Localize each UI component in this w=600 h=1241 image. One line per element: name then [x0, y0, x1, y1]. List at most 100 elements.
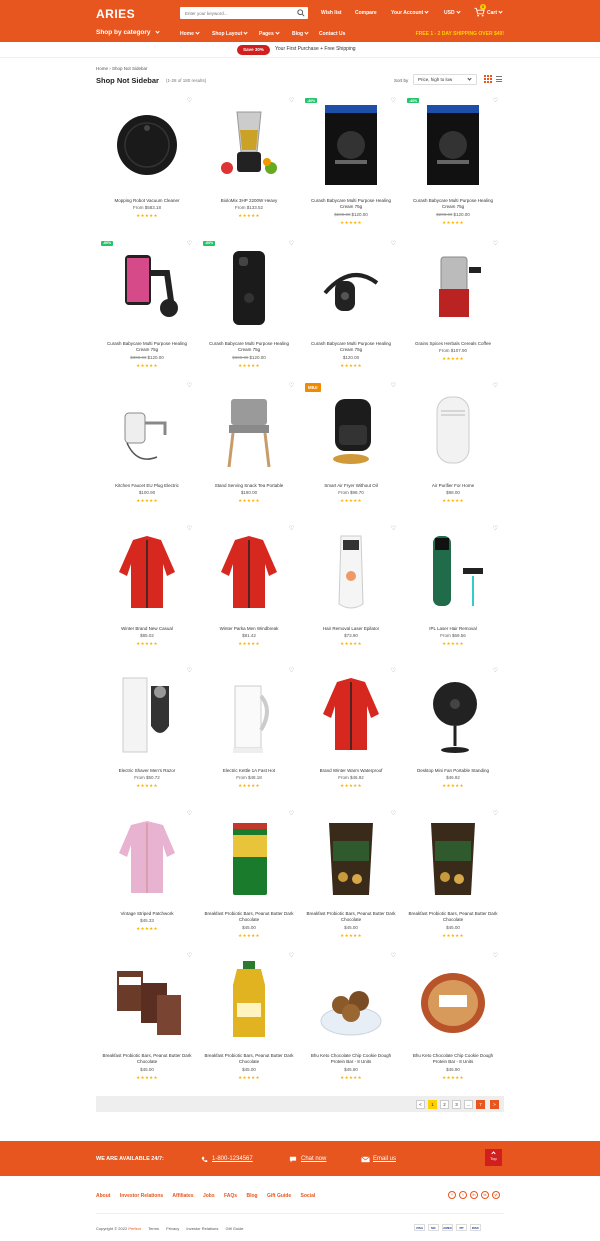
- footer-link-jobs[interactable]: Jobs: [203, 1193, 215, 1199]
- product-image[interactable]: [99, 379, 195, 481]
- product-image[interactable]: [405, 379, 501, 481]
- wishlist-heart-icon[interactable]: ♡: [493, 810, 498, 817]
- product-card[interactable]: ♡ Grains Spices Herbals Cereals Coffee F…: [402, 235, 504, 376]
- product-image[interactable]: [303, 237, 399, 339]
- product-name[interactable]: Electric Kettle 1A Fast Hot: [202, 768, 296, 774]
- product-image[interactable]: [303, 379, 399, 481]
- list-view-icon[interactable]: [496, 76, 502, 82]
- wishlist-heart-icon[interactable]: ♡: [187, 810, 192, 817]
- bottom-link-terms[interactable]: Terms: [148, 1226, 159, 1231]
- product-name[interactable]: Breakfast Probiotic Bars, Peanut Butter …: [202, 911, 296, 923]
- wishlist-heart-icon[interactable]: ♡: [493, 382, 498, 389]
- page-1[interactable]: 1: [428, 1100, 437, 1109]
- wishlist-heart-icon[interactable]: ♡: [187, 952, 192, 959]
- product-image[interactable]: [405, 949, 501, 1051]
- product-image[interactable]: [201, 379, 297, 481]
- currency-select[interactable]: USD: [444, 9, 461, 16]
- product-name[interactable]: Breakfast Probiotic Bars, Peanut Butter …: [202, 1053, 296, 1065]
- footer-link-faqs[interactable]: FAQs: [224, 1193, 237, 1199]
- youtube-icon[interactable]: yt: [492, 1191, 500, 1199]
- wishlist-heart-icon[interactable]: ♡: [289, 810, 294, 817]
- product-name[interactable]: Curash Babycare Multi Purpose Healing Cr…: [304, 198, 398, 210]
- product-name[interactable]: Breakfast Probiotic Bars, Peanut Butter …: [304, 911, 398, 923]
- breadcrumb-home[interactable]: Home: [96, 66, 108, 71]
- sort-select[interactable]: Price, high to low: [413, 74, 477, 85]
- wishlist-heart-icon[interactable]: ♡: [187, 525, 192, 532]
- wishlist-heart-icon[interactable]: ♡: [289, 525, 294, 532]
- product-image[interactable]: [201, 664, 297, 766]
- wishlist-heart-icon[interactable]: ♡: [289, 240, 294, 247]
- product-image[interactable]: [303, 664, 399, 766]
- footer-link-investor[interactable]: Investor Relations: [120, 1193, 163, 1199]
- footer-link-affiliates[interactable]: Affiliates: [172, 1193, 193, 1199]
- product-image[interactable]: [303, 94, 399, 196]
- promo-pill[interactable]: Save 30%: [237, 45, 270, 55]
- product-image[interactable]: [405, 94, 501, 196]
- chat-link[interactable]: Chat now: [301, 1156, 326, 1162]
- product-card[interactable]: -60% ♡ Curash Babycare Multi Purpose Hea…: [96, 235, 198, 376]
- product-name[interactable]: Curash Babycare Multi Purpose Healing Cr…: [304, 341, 398, 353]
- nav-pages[interactable]: Pages: [259, 30, 280, 37]
- footer-link-social[interactable]: Social: [301, 1193, 316, 1199]
- category-menu[interactable]: Shop by category: [96, 29, 160, 36]
- page-7[interactable]: 7: [476, 1100, 485, 1109]
- product-card[interactable]: -40% ♡ Curash Babycare Multi Purpose Hea…: [300, 92, 402, 233]
- wishlist-heart-icon[interactable]: ♡: [391, 382, 396, 389]
- product-image[interactable]: [303, 522, 399, 624]
- product-name[interactable]: Desktop Mini Fan Portable Standing: [406, 768, 500, 774]
- product-card[interactable]: ♡ Bhu Keto Chocolate Chip Cookie Dough P…: [300, 947, 402, 1088]
- product-image[interactable]: [99, 237, 195, 339]
- product-image[interactable]: [201, 807, 297, 909]
- product-image[interactable]: [405, 807, 501, 909]
- product-name[interactable]: Stand Serving Snack Tea Portable: [202, 483, 296, 489]
- nav-home[interactable]: Home: [180, 30, 200, 37]
- footer-link-blog[interactable]: Blog: [246, 1193, 257, 1199]
- product-name[interactable]: Winter Parka Men Windbreak: [202, 626, 296, 632]
- product-image[interactable]: [99, 522, 195, 624]
- product-name[interactable]: Kitchen Faucet EU Plug Electric: [100, 483, 194, 489]
- product-card[interactable]: ♡ Curash Babycare Multi Purpose Healing …: [300, 235, 402, 376]
- product-image[interactable]: [99, 94, 195, 196]
- product-card[interactable]: -40% ♡ Curash Babycare Multi Purpose Hea…: [402, 92, 504, 233]
- product-name[interactable]: Air Purifier For Home: [406, 483, 500, 489]
- wishlist-heart-icon[interactable]: ♡: [187, 382, 192, 389]
- product-card[interactable]: ♡ BioloMix 3HP 2200W Heavy From $133.52 …: [198, 92, 300, 233]
- product-card[interactable]: ♡ Electric Kettle 1A Fast Hot From $48.1…: [198, 662, 300, 803]
- back-to-top-button[interactable]: Top: [485, 1149, 502, 1166]
- product-name[interactable]: Curash Babycare Multi Purpose Healing Cr…: [202, 341, 296, 353]
- wishlist-heart-icon[interactable]: ♡: [187, 97, 192, 104]
- phone-link[interactable]: 1-800-1234567: [212, 1156, 253, 1162]
- grid-view-icon[interactable]: [484, 75, 492, 83]
- product-card[interactable]: ♡ Air Purifier For Home $98.00 ★★★★★: [402, 377, 504, 518]
- product-card[interactable]: -60% ♡ Curash Babycare Multi Purpose Hea…: [198, 235, 300, 376]
- product-image[interactable]: [201, 94, 297, 196]
- bottom-link-gift-guide[interactable]: Gift Guide: [226, 1226, 244, 1231]
- page-prev[interactable]: <: [416, 1100, 425, 1109]
- product-name[interactable]: Smart Air Fryer Without Oil: [304, 483, 398, 489]
- product-image[interactable]: [201, 237, 297, 339]
- product-image[interactable]: [405, 237, 501, 339]
- product-name[interactable]: Brand Winter Warm Waterproof: [304, 768, 398, 774]
- page-2[interactable]: 2: [440, 1100, 449, 1109]
- wishlist-heart-icon[interactable]: ♡: [493, 240, 498, 247]
- product-card[interactable]: ♡ Breakfast Probiotic Bars, Peanut Butte…: [198, 805, 300, 946]
- wishlist-heart-icon[interactable]: ♡: [391, 240, 396, 247]
- wishlist-heart-icon[interactable]: ♡: [289, 952, 294, 959]
- product-image[interactable]: [201, 949, 297, 1051]
- product-card[interactable]: ♡ Hair Removal Laser Epilator $73.90 ★★★…: [300, 520, 402, 661]
- product-image[interactable]: [303, 949, 399, 1051]
- nav-blog[interactable]: Blog: [292, 30, 309, 37]
- product-image[interactable]: [99, 807, 195, 909]
- wishlist-heart-icon[interactable]: ♡: [289, 97, 294, 104]
- product-card[interactable]: ♡ Desktop Mini Fan Portable Standing $46…: [402, 662, 504, 803]
- product-card[interactable]: ♡ Winter Parka Men Windbreak $81.42 ★★★★…: [198, 520, 300, 661]
- product-card[interactable]: ♡ Breakfast Probiotic Bars, Peanut Butte…: [96, 947, 198, 1088]
- wishlist-heart-icon[interactable]: ♡: [391, 667, 396, 674]
- wishlist-link[interactable]: Wish list: [321, 10, 342, 16]
- account-menu[interactable]: Your Account: [391, 9, 429, 16]
- wishlist-heart-icon[interactable]: ♡: [391, 810, 396, 817]
- product-card[interactable]: ♡ IPL Laser Hair Removal From $69.56 ★★★…: [402, 520, 504, 661]
- product-card[interactable]: ♡ Vintage Striped Patchwork $45.33 ★★★★★: [96, 805, 198, 946]
- product-card[interactable]: ♡ Mopping Robot Vacuum Cleaner From $583…: [96, 92, 198, 233]
- product-name[interactable]: Winter Brand New Casual: [100, 626, 194, 632]
